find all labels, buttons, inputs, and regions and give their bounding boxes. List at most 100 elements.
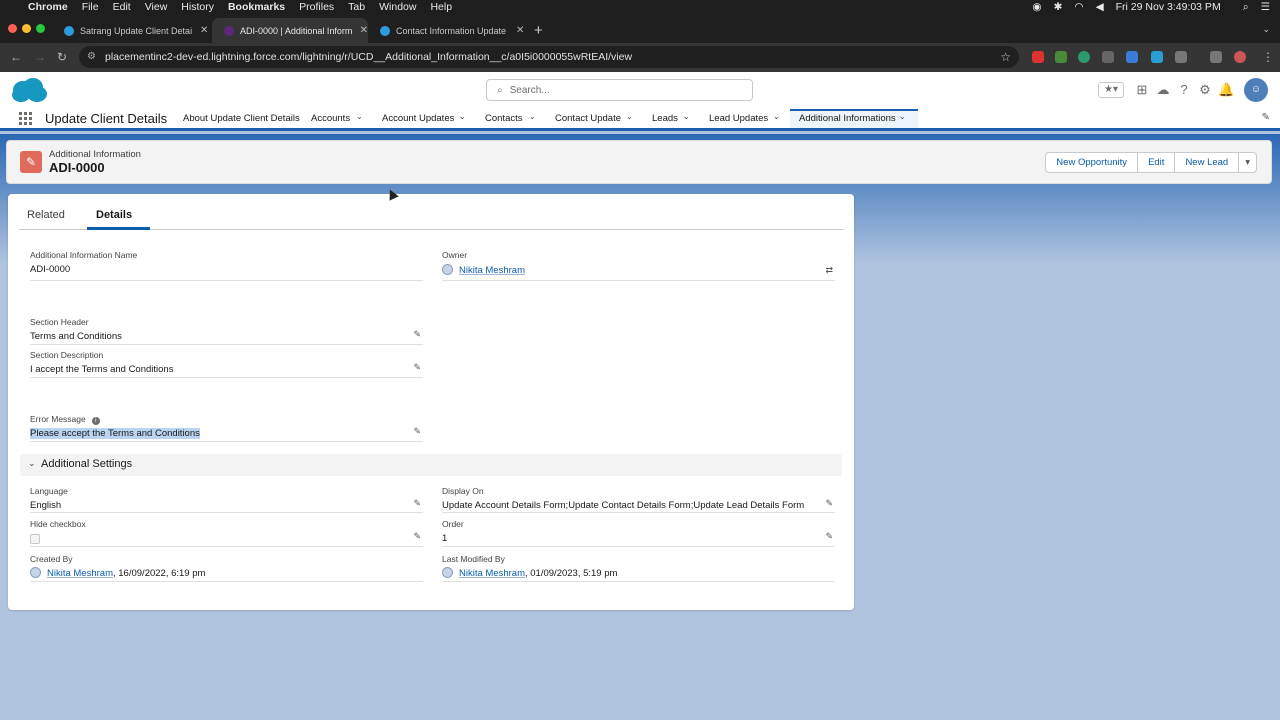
menu-file[interactable]: File	[82, 1, 99, 13]
more-actions-chevron-icon[interactable]: ▾	[1238, 152, 1257, 173]
new-opportunity-button[interactable]: New Opportunity	[1045, 152, 1139, 173]
nav-item-accounts[interactable]: Accounts	[311, 113, 350, 124]
chevron-down-icon[interactable]: ⌄	[356, 112, 363, 121]
minimize-window-button[interactable]	[22, 24, 31, 33]
control-center-icon[interactable]: ☰	[1261, 1, 1270, 13]
field-hide-checkbox: Hide checkbox ✎	[30, 519, 423, 547]
menu-tab[interactable]: Tab	[348, 1, 365, 13]
section-additional-settings[interactable]: ⌄ Additional Settings	[20, 454, 842, 476]
setup-gear-icon[interactable]: ⚙	[1197, 82, 1213, 98]
edit-pencil-icon[interactable]: ✎	[413, 426, 421, 437]
browser-tab-3[interactable]: Contact Information Update F... ✕	[368, 18, 528, 43]
back-icon[interactable]: ←	[10, 50, 22, 64]
menu-bookmarks[interactable]: Bookmarks	[228, 1, 285, 13]
notifications-bell-icon[interactable]: 🔔	[1218, 82, 1234, 98]
global-search-input[interactable]: ⌕ Search...	[486, 79, 753, 101]
grammarly-icon[interactable]	[1078, 51, 1090, 63]
created-by-date: , 16/09/2022, 6:19 pm	[113, 568, 206, 579]
volume-icon[interactable]: ◀	[1096, 1, 1104, 13]
close-tab-icon[interactable]: ✕	[200, 25, 208, 36]
chrome-menu-icon[interactable]: ⋮	[1262, 50, 1274, 64]
favorites-star-icon[interactable]: ★▾	[1098, 82, 1124, 98]
salesforce-favicon-icon	[380, 25, 390, 36]
close-window-button[interactable]	[8, 24, 17, 33]
chevron-down-icon[interactable]: ⌄	[529, 112, 536, 121]
menu-help[interactable]: Help	[430, 1, 452, 13]
change-owner-icon[interactable]: ⇄	[825, 265, 833, 276]
forward-icon[interactable]: →	[34, 50, 46, 64]
nav-item-account-updates[interactable]: Account Updates	[382, 113, 454, 124]
nav-item-additional-informations[interactable]: Additional Informations	[799, 113, 896, 124]
field-label: Owner	[442, 250, 468, 260]
bluetooth-icon[interactable]: ✱	[1054, 1, 1063, 13]
global-actions-plus-icon[interactable]: ⊞	[1134, 82, 1150, 98]
extension-icon[interactable]	[1126, 51, 1138, 63]
close-tab-icon[interactable]: ✕	[360, 25, 368, 36]
menu-view[interactable]: View	[145, 1, 168, 13]
chevron-down-icon[interactable]: ⌄	[459, 112, 466, 121]
nav-item-contacts[interactable]: Contacts	[485, 113, 523, 124]
chevron-down-icon[interactable]: ⌄	[683, 112, 690, 121]
tab-title: Contact Information Update F...	[396, 25, 508, 36]
nav-item-leads[interactable]: Leads	[652, 113, 678, 124]
mac-menu-bar: Chrome File Edit View History Bookmarks …	[0, 0, 1280, 14]
nav-item-contact-update[interactable]: Contact Update	[555, 113, 621, 124]
created-by-user-link[interactable]: Nikita Meshram	[47, 568, 113, 579]
edit-pencil-icon[interactable]: ✎	[825, 531, 833, 542]
extension-icon[interactable]	[1032, 51, 1044, 63]
clock[interactable]: Fri 29 Nov 3:49:03 PM	[1116, 1, 1221, 13]
user-avatar[interactable]: ☺	[1244, 78, 1268, 102]
address-bar[interactable]: ⚙ placementinc2-dev-ed.lightning.force.c…	[79, 46, 1019, 68]
reload-icon[interactable]: ↻	[57, 50, 67, 64]
nav-item-lead-updates[interactable]: Lead Updates	[709, 113, 768, 124]
reading-list-icon[interactable]	[1210, 51, 1222, 63]
edit-button[interactable]: Edit	[1137, 152, 1176, 173]
wifi-icon[interactable]: ◠	[1074, 1, 1083, 13]
help-icon[interactable]: ?	[1176, 82, 1192, 98]
profile-icon[interactable]	[1234, 51, 1246, 63]
new-lead-button[interactable]: New Lead	[1174, 152, 1240, 173]
chevron-down-icon[interactable]: ⌄	[899, 112, 906, 121]
chevron-down-icon[interactable]: ⌄	[626, 112, 633, 121]
site-info-icon[interactable]: ⚙	[87, 51, 96, 62]
field-value-selected: Please accept the Terms and Conditions	[30, 428, 200, 439]
new-tab-button[interactable]: +	[534, 22, 543, 39]
edit-pencil-icon[interactable]: ✎	[413, 531, 421, 542]
edit-pencil-icon[interactable]: ✎	[413, 362, 421, 373]
maximize-window-button[interactable]	[36, 24, 45, 33]
record-status-icon[interactable]: ◉	[1032, 1, 1041, 13]
chevron-down-icon[interactable]: ⌄	[28, 458, 36, 469]
modified-by-user-link[interactable]: Nikita Meshram	[459, 568, 525, 579]
menu-edit[interactable]: Edit	[113, 1, 131, 13]
menu-app-chrome[interactable]: Chrome	[28, 1, 68, 13]
browser-tab-1[interactable]: Satrang Update Client Details ✕	[52, 18, 212, 43]
edit-pencil-icon[interactable]: ✎	[825, 498, 833, 509]
browser-tab-2-active[interactable]: ADI-0000 | Additional Inform... ✕	[212, 18, 368, 43]
edit-pencil-icon[interactable]: ✎	[413, 329, 421, 340]
owner-link[interactable]: Nikita Meshram	[459, 265, 525, 276]
menu-history[interactable]: History	[181, 1, 214, 13]
search-icon[interactable]: ⌕	[1243, 1, 1249, 14]
menu-profiles[interactable]: Profiles	[299, 1, 334, 13]
field-value: Terms and Conditions	[30, 331, 122, 342]
edit-nav-pencil-icon[interactable]: ✎	[1262, 112, 1270, 123]
tab-details[interactable]: Details	[96, 209, 132, 221]
modified-by-value: Nikita Meshram, 01/09/2023, 5:19 pm	[442, 567, 617, 579]
info-icon[interactable]: i	[91, 417, 100, 425]
close-tab-icon[interactable]: ✕	[516, 25, 524, 36]
edit-pencil-icon[interactable]: ✎	[413, 498, 421, 509]
tab-related[interactable]: Related	[27, 209, 65, 221]
menu-window[interactable]: Window	[379, 1, 416, 13]
salesforce-logo-icon[interactable]	[9, 76, 49, 104]
extension-icon[interactable]	[1102, 51, 1114, 63]
extensions-puzzle-icon[interactable]	[1175, 51, 1187, 63]
tab-search-icon[interactable]: ⌄	[1262, 24, 1270, 35]
bookmark-star-icon[interactable]: ☆	[1000, 50, 1011, 64]
extension-icon[interactable]	[1055, 51, 1067, 63]
trailhead-icon[interactable]: ☁	[1155, 82, 1171, 98]
hide-checkbox	[30, 534, 40, 544]
nav-item-about[interactable]: About Update Client Details	[183, 113, 300, 124]
extension-icon[interactable]	[1151, 51, 1163, 63]
chevron-down-icon[interactable]: ⌄	[773, 112, 780, 121]
app-launcher-icon[interactable]	[19, 112, 33, 126]
